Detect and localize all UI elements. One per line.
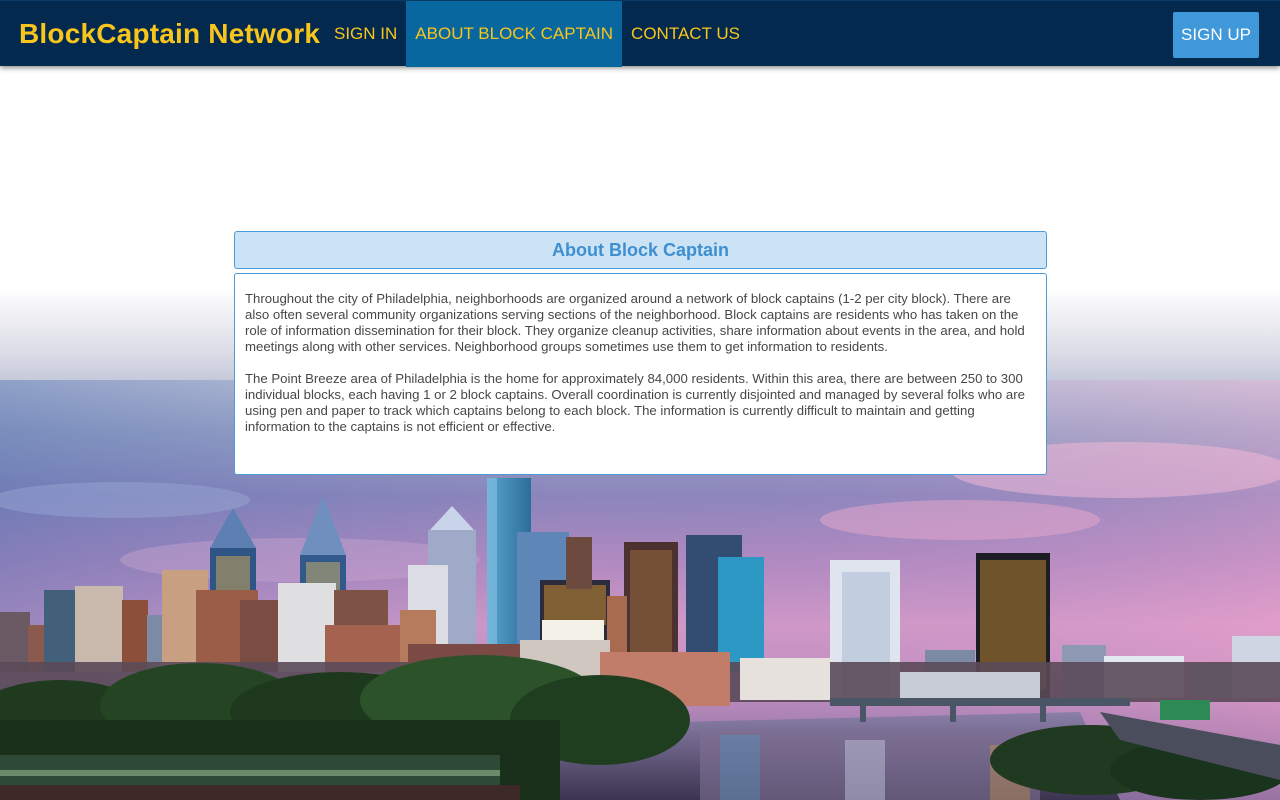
nav-contact-us[interactable]: CONTACT US	[622, 1, 749, 67]
about-paragraph: The Point Breeze area of Philadelphia is…	[245, 371, 1025, 434]
brand-logo[interactable]: BlockCaptain Network	[19, 17, 320, 51]
about-panel-header: About Block Captain	[234, 231, 1047, 269]
about-panel-title: About Block Captain	[551, 239, 729, 260]
nav-links: SIGN IN ABOUT BLOCK CAPTAIN CONTACT US	[325, 1, 749, 67]
about-panel-body: Throughout the city of Philadelphia, nei…	[234, 273, 1047, 475]
sign-up-button[interactable]: SIGN UP	[1173, 12, 1259, 58]
nav-about-block-captain[interactable]: ABOUT BLOCK CAPTAIN	[406, 1, 623, 67]
nav-sign-in[interactable]: SIGN IN	[325, 1, 406, 67]
top-navbar: BlockCaptain Network SIGN IN ABOUT BLOCK…	[0, 0, 1280, 67]
about-paragraph: Throughout the city of Philadelphia, nei…	[245, 291, 1025, 354]
